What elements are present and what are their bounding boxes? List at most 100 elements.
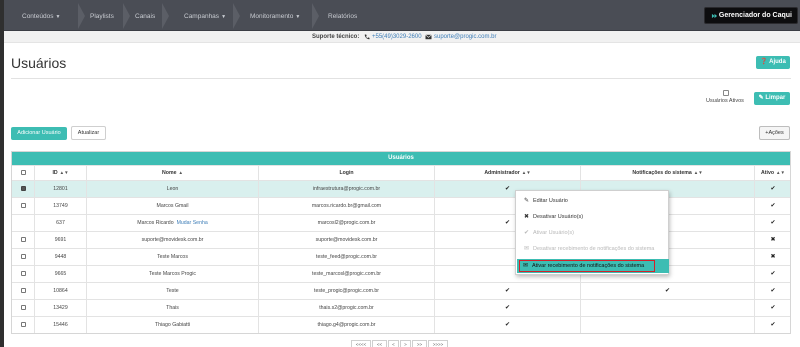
nav-item-relatorios[interactable]: Relatórios xyxy=(328,0,357,31)
cell-login: teste_progic@progic.com.br xyxy=(258,283,434,299)
cell-active: ✖ xyxy=(754,232,791,248)
table-row[interactable]: 13749 Marcos Gmail marcos.ricardo.br@gma… xyxy=(12,197,790,214)
help-icon: ❓ xyxy=(760,59,768,65)
active-users-label: Usuários Ativos xyxy=(706,98,744,104)
page-next-fast-button[interactable]: >> xyxy=(412,340,427,347)
nav-divider xyxy=(233,3,240,29)
active-users-checkbox[interactable] xyxy=(723,90,729,96)
page-last-button[interactable]: >>>> xyxy=(428,340,448,347)
column-header-notifications[interactable]: Notificações do sistema ▲▼ xyxy=(580,166,754,180)
page-title: Usuários xyxy=(11,55,67,71)
envelope-off-icon: ✉ xyxy=(524,246,530,252)
cell-active: ✔ xyxy=(754,283,791,299)
table-row[interactable]: 9448 Teste Marcos teste_feed@progic.com.… xyxy=(12,248,790,265)
page-prev-button[interactable]: < xyxy=(388,340,399,347)
support-email-link[interactable]: suporte@progic.com.br xyxy=(434,31,496,43)
nav-divider xyxy=(162,3,169,29)
refresh-button[interactable]: Atualizar xyxy=(71,126,106,140)
left-edge xyxy=(0,0,4,347)
phone-icon xyxy=(364,34,370,40)
row-checkbox[interactable] xyxy=(20,304,26,310)
cell-active: ✖ xyxy=(754,249,791,265)
brand-button[interactable]: Gerenciador do Caqui xyxy=(704,7,798,24)
column-header-active[interactable]: Ativo ▲▼ xyxy=(754,166,791,180)
logo-icon xyxy=(711,13,718,19)
clear-button[interactable]: ✎ Limpar xyxy=(754,92,790,105)
context-menu: ✎ Editar Usuário ✖ Desativar Usuário(s) ✔ A… xyxy=(515,190,669,275)
brush-icon: ✎ xyxy=(758,95,764,101)
nav-item-canais[interactable]: Canais xyxy=(135,0,155,31)
nav-divider xyxy=(78,3,85,29)
column-header-login[interactable]: Login xyxy=(258,166,434,180)
row-checkbox[interactable] xyxy=(20,185,26,191)
table-row[interactable]: 9665 Teste Marcos Progic teste_marcosl@p… xyxy=(12,265,790,282)
cell-id: 9448 xyxy=(34,249,86,265)
actions-button[interactable]: +Ações xyxy=(759,126,790,140)
table-row[interactable]: 9691 suporte@movidesk.com.br suporte@mov… xyxy=(12,231,790,248)
table-row[interactable]: 13429 Thais thais.s2@progic.com.br ✔ ✔ xyxy=(12,299,790,316)
menu-item-disable-notifications: ✉ Desativar recebimento de notificações d… xyxy=(516,241,668,257)
row-checkbox[interactable] xyxy=(20,236,26,242)
table-row[interactable]: 15446 Thiago Gabiatti thiago.g4@progic.c… xyxy=(12,316,790,333)
cell-active: ✔ xyxy=(754,198,791,214)
column-header-name[interactable]: Nome ▲ xyxy=(86,166,258,180)
caret-down-icon: ▼ xyxy=(295,14,301,20)
nav-item-playlists[interactable]: Playlists xyxy=(90,0,114,31)
cell-active: ✔ xyxy=(754,215,791,231)
cell-notifications: ✔ xyxy=(580,283,754,299)
nav-item-campanhas[interactable]: Campanhas ▼ xyxy=(184,0,226,31)
nav-item-conteudos[interactable]: Conteúdos ▼ xyxy=(22,0,60,31)
envelope-icon xyxy=(425,34,432,40)
column-header-admin[interactable]: Administrador ▲▼ xyxy=(434,166,580,180)
row-checkbox[interactable] xyxy=(20,287,26,293)
nav-item-monitoramento[interactable]: Monitoramento ▼ xyxy=(250,0,300,31)
cell-notifications xyxy=(580,317,754,333)
page-first-button[interactable]: <<<< xyxy=(351,340,371,347)
select-all-cell xyxy=(12,166,34,180)
nav-divider xyxy=(123,3,130,29)
table-caption: Usuários xyxy=(12,152,790,165)
support-phone-link[interactable]: +55(49)3029-2600 xyxy=(372,31,422,43)
cell-login: teste_marcosl@progic.com.br xyxy=(258,266,434,282)
column-header-id[interactable]: ID ▲▼ xyxy=(34,166,86,180)
cell-admin: ✔ xyxy=(434,283,580,299)
menu-item-activate-users: ✔ Ativar Usuário(s) xyxy=(516,225,668,241)
sort-icon: ▲▼ xyxy=(776,170,785,175)
menu-item-edit-user[interactable]: ✎ Editar Usuário xyxy=(516,193,668,209)
users-table: Usuários ID ▲▼ Nome ▲ Login Administrador ▲… xyxy=(11,151,791,334)
cell-name: Marcos Ricardo Mudar Senha xyxy=(86,215,258,231)
cell-notifications xyxy=(580,300,754,316)
cell-name: Marcos Gmail xyxy=(86,198,258,214)
cell-name: suporte@movidesk.com.br xyxy=(86,232,258,248)
menu-item-enable-notifications[interactable]: ✉ Ativar recebimento de notificações do s… xyxy=(519,260,655,272)
change-password-link[interactable]: Mudar Senha xyxy=(177,220,208,226)
cell-login: thais.s2@progic.com.br xyxy=(258,300,434,316)
cell-id: 637 xyxy=(34,215,86,231)
cell-id: 9665 xyxy=(34,266,86,282)
table-row[interactable]: 637 Marcos Ricardo Mudar Senha marcosl2@p… xyxy=(12,214,790,231)
page-next-button[interactable]: > xyxy=(400,340,411,347)
add-user-button[interactable]: Adicionar Usuário xyxy=(11,127,67,140)
support-bar: Suporte técnico: +55(49)3029-2600 suport… xyxy=(4,31,800,43)
cell-active: ✔ xyxy=(754,317,791,333)
support-label: Suporte técnico: xyxy=(312,34,360,40)
row-checkbox[interactable] xyxy=(20,202,26,208)
row-checkbox[interactable] xyxy=(20,321,26,327)
cell-login: marcosl2@progic.com.br xyxy=(258,215,434,231)
table-row[interactable]: 12801 Leon infraestrutura@progic.com.br … xyxy=(12,180,790,197)
check-icon: ✔ xyxy=(524,230,530,236)
row-checkbox[interactable] xyxy=(20,270,26,276)
sort-icon: ▲▼ xyxy=(59,170,69,175)
top-navigation: Conteúdos ▼ Playlists Canais Campanhas ▼ M… xyxy=(4,0,800,31)
table-row[interactable]: 10864 Teste teste_progic@progic.com.br ✔… xyxy=(12,282,790,299)
help-button[interactable]: ❓ Ajuda xyxy=(756,56,790,69)
cell-id: 9691 xyxy=(34,232,86,248)
menu-item-deactivate-users[interactable]: ✖ Desativar Usuário(s) xyxy=(516,209,668,225)
cell-name: Teste Marcos Progic xyxy=(86,266,258,282)
cell-active: ✔ xyxy=(754,266,791,282)
cell-active: ✔ xyxy=(754,181,791,197)
page-prev-fast-button[interactable]: << xyxy=(372,340,387,347)
row-checkbox[interactable] xyxy=(20,253,26,259)
select-all-checkbox[interactable] xyxy=(20,169,26,175)
nav-divider xyxy=(312,3,319,29)
